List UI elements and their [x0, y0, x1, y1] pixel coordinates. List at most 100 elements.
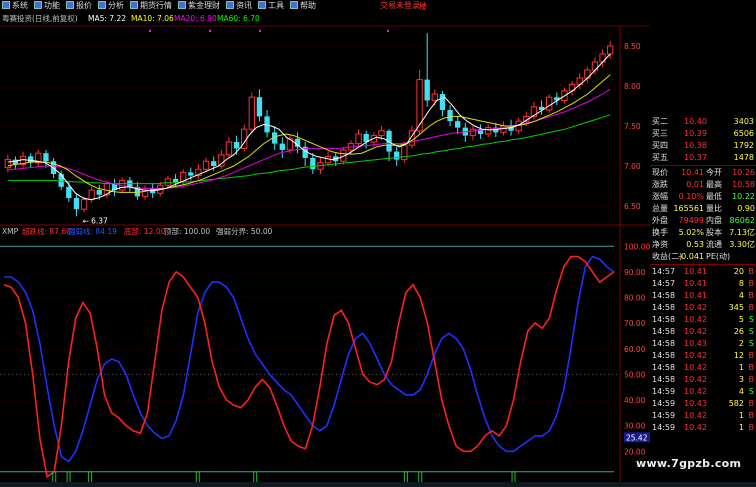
tick-side: B: [748, 351, 755, 360]
candle-body: [355, 133, 362, 145]
main-y-tick-4: 6.50: [624, 202, 641, 211]
trade-status-link[interactable]: 交易未登录: [380, 0, 420, 12]
quote-panel: 买二 10.40 3403 买三 10.39 6506 买四 10.38 1792 买五 10.37…: [650, 100, 756, 482]
bid-row: 买三 10.39 6506: [650, 128, 756, 140]
tick-row: 14:57 10.41 20 B: [650, 266, 756, 278]
candle-body: [211, 161, 217, 166]
candle-body: [248, 96, 255, 130]
marker-dot-0: [148, 29, 152, 33]
tick-volume: 26: [733, 327, 744, 336]
menu-label: 资讯: [236, 1, 252, 10]
chart-canvas[interactable]: 粤赛投资(日线,前复权) MA5: 7.22 MA10: 7.06 MA20: 6.9…: [0, 12, 650, 487]
stat-value-2: 3.30亿: [729, 240, 755, 249]
menu-item-1[interactable]: 功能: [32, 0, 64, 12]
candle-body: [202, 160, 210, 170]
indicator-name: XMP: [2, 227, 19, 236]
menu-icon: [130, 1, 138, 9]
menu-item-2[interactable]: 报价: [64, 0, 96, 12]
tick-time: 14:58: [652, 375, 676, 384]
menu-item-5[interactable]: 紫金理财: [176, 0, 224, 12]
menu-item-4[interactable]: 期货行情: [128, 0, 176, 12]
tick-time: 14:57: [652, 267, 676, 276]
candle-body: [225, 141, 233, 156]
tick-price: 10.41: [684, 291, 707, 300]
tick-time: 14:57: [652, 279, 676, 288]
tick-price: 10.42: [684, 315, 707, 324]
menu-icon: [178, 1, 186, 9]
menu-item-7[interactable]: 工具: [256, 0, 288, 12]
chart-title: 粤赛投资(日线,前复权): [2, 13, 78, 23]
stat-value-2: 0.90: [737, 204, 755, 213]
tick-volume: 8: [738, 279, 744, 288]
candle-body: [58, 174, 64, 187]
tick-side: S: [748, 339, 754, 348]
bid-label: 买四: [652, 141, 668, 150]
quote-divider: [650, 165, 756, 166]
marker-dot-3: [386, 29, 390, 33]
menu-item-6[interactable]: 资讯: [224, 0, 256, 12]
signal-bar-7: [511, 471, 516, 487]
stat-row: 换手 5.02% 股本 7.13亿: [650, 227, 756, 239]
candle-body: [164, 178, 172, 186]
menu-label: 分析: [108, 1, 124, 10]
close-button[interactable]: 楼: [419, 1, 427, 12]
tick-time: 14:58: [652, 339, 676, 348]
stat-label: 现价: [652, 168, 668, 177]
oversold-line: [3, 255, 615, 479]
ma-legend-3: MA60: 6.70: [217, 14, 260, 23]
chart-area[interactable]: 粤赛投资(日线,前复权) MA5: 7.22 MA10: 7.06 MA20: 6.9…: [0, 12, 650, 487]
tick-side: B: [748, 267, 755, 276]
menu-label: 功能: [44, 1, 60, 10]
candle-body: [439, 94, 446, 110]
indicator-param-2: 底部: 12.00: [124, 226, 166, 236]
tick-time: 14:59: [652, 411, 676, 420]
menu-item-8[interactable]: 帮助: [288, 0, 320, 12]
signal-bar-0: [52, 471, 57, 487]
menu-item-0[interactable]: 系统: [0, 0, 32, 12]
menu-label: 紫金理财: [188, 1, 220, 10]
tick-volume: 3: [738, 375, 744, 384]
menu-label: 报价: [76, 1, 92, 10]
tick-time: 14:59: [652, 387, 676, 396]
candle-body: [310, 158, 316, 170]
tick-row: 14:58 10.42 12 B: [650, 350, 756, 362]
stat-value: 5.02%: [678, 228, 704, 237]
candle-body: [73, 198, 80, 210]
menu-item-3[interactable]: 分析: [96, 0, 128, 12]
tick-time: 14:58: [652, 315, 676, 324]
bid-row: 买二 10.40 3403: [650, 116, 756, 128]
candle-body: [394, 151, 400, 160]
stat-label-2: PE(动): [706, 252, 731, 261]
menu-icon: [290, 1, 298, 9]
candle-body: [233, 142, 240, 149]
tick-row: 14:59 10.42 4 S: [650, 386, 756, 398]
tick-side: B: [748, 399, 755, 408]
tick-row: 14:58 10.42 3 B: [650, 374, 756, 386]
candle-body: [485, 127, 492, 135]
stat-label-2: 最低: [706, 192, 722, 201]
stat-row: 涨幅 0.10% 最低 10.22: [650, 191, 756, 203]
candle-body: [96, 190, 102, 195]
tick-volume: 1: [738, 423, 744, 432]
signal-bar-5: [403, 471, 408, 487]
indicator-param-0: 超跌线: 87.60: [22, 226, 71, 236]
stat-row: 现价 10.41 今开 10.26: [650, 167, 756, 179]
tick-volume: 582: [728, 399, 744, 408]
signal-bar-2: [88, 471, 93, 487]
stat-value-2: 10.26: [732, 168, 755, 177]
candle-body: [256, 97, 263, 117]
indicator-y-tick-4: 60.00: [624, 345, 646, 354]
menu-icon: [66, 1, 74, 9]
stat-label-2: 量比: [706, 204, 722, 213]
tick-side: B: [748, 279, 755, 288]
stat-value: 79499: [678, 216, 704, 225]
indicator-y-tick-7: 30.00: [624, 422, 646, 431]
horizontal-scrollbar[interactable]: [0, 482, 756, 487]
tick-row: 14:58 10.43 2 S: [650, 338, 756, 350]
tick-side: B: [748, 363, 755, 372]
tick-row: 14:58 10.42 345 B: [650, 302, 756, 314]
tick-side: S: [748, 387, 754, 396]
stat-label: 净资: [652, 240, 668, 249]
tick-row: 14:58 10.42 5 S: [650, 314, 756, 326]
stat-label: 总量: [652, 204, 668, 213]
